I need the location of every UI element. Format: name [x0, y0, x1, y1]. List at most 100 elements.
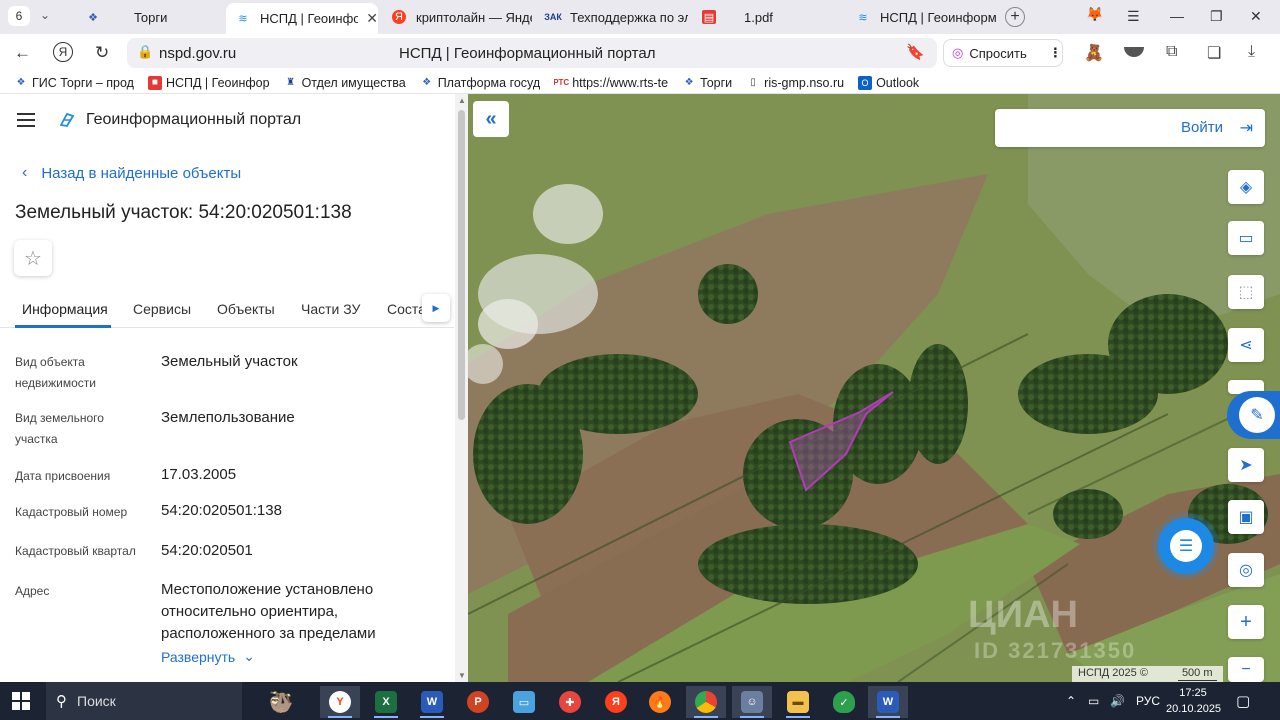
more-options-icon[interactable]: ⋮	[1049, 45, 1062, 61]
language-indicator[interactable]: РУС	[1136, 694, 1160, 708]
expand-link[interactable]: Развернуть ⌄	[161, 648, 255, 665]
close-icon[interactable]: ✕	[366, 10, 378, 27]
geolocate-button[interactable]: ◎	[1228, 553, 1264, 587]
zoom-out-button[interactable]: −	[1228, 657, 1264, 682]
bookmark-item[interactable]: ❖ ГИС Торги – прод	[14, 76, 134, 90]
field-label: Дата присвоения	[15, 466, 110, 487]
chrome-app[interactable]	[686, 686, 726, 718]
security-app[interactable]: ✓	[824, 686, 864, 718]
browser-tab[interactable]: ≋ НСПД | Геоинформ	[846, 3, 996, 31]
bookmark-item[interactable]: ❖ Торги	[682, 76, 733, 90]
field-label: Вид земельного участка	[15, 408, 104, 450]
screen-app[interactable]: ▭	[504, 686, 544, 718]
active-indicator	[786, 716, 810, 718]
label-line: участка	[15, 432, 58, 446]
ask-button[interactable]: ◎ Спросить ⋮	[943, 39, 1063, 67]
scroll-up-icon[interactable]: ▲	[458, 96, 466, 105]
word-app-2[interactable]: W	[868, 686, 908, 718]
yandex-browser-app[interactable]: Y	[320, 686, 360, 718]
back-to-results-link[interactable]: ‹ Назад в найденные объекты	[22, 164, 241, 182]
label-line: Кадастровый номер	[15, 505, 128, 519]
file-explorer-app[interactable]: ▬	[778, 686, 818, 718]
bookmark-item[interactable]: ▯ ris-gmp.nso.ru	[746, 76, 844, 90]
zoom-in-button[interactable]: +	[1228, 605, 1264, 639]
bookmark-icon[interactable]: 🔖	[906, 43, 925, 61]
tab-parts[interactable]: Части ЗУ	[301, 301, 360, 317]
navigate-icon: ➤	[1239, 457, 1253, 474]
browser-tab[interactable]: ❖ Торги	[76, 3, 224, 31]
back-arrow-icon[interactable]: ←	[14, 43, 31, 63]
fire-app[interactable]: 🔥	[640, 686, 680, 718]
select-area-button[interactable]: ⬚	[1228, 275, 1264, 309]
profile-icon[interactable]: 🦊	[1086, 6, 1103, 23]
browser-tab-active[interactable]: ≋ НСПД | Геоинфор ✕	[226, 3, 378, 34]
network-icon[interactable]: ▭	[1088, 694, 1099, 708]
browser-tab[interactable]: ЗАК Техподдержка по эл	[536, 3, 688, 31]
sloth-app[interactable]: 🦥	[250, 686, 312, 718]
watermark-text: ЦИАН	[968, 594, 1078, 636]
hamburger-menu-icon[interactable]	[17, 113, 35, 127]
download-icon[interactable]: ⤓	[1248, 43, 1255, 61]
restore-icon[interactable]: ❐	[1210, 8, 1223, 25]
word-icon: W	[421, 691, 443, 713]
map-view[interactable]: ЦИАН ID 321731350 « Войти ⇥ ◈ ▭ ⬚ ⋖ ✎ ➤ …	[468, 94, 1280, 682]
url-field[interactable]: 🔒 nspd.gov.ru НСПД | Геоинформационный п…	[127, 38, 937, 68]
clock[interactable]: 17:25 20.10.2025	[1166, 685, 1221, 717]
bookmark-item[interactable]: ■ НСПД | Геоинфор	[147, 75, 270, 90]
ruler-button[interactable]: ▭	[1228, 221, 1264, 255]
bookmark-item[interactable]: РТС https://www.rts-te	[554, 76, 668, 90]
favorite-button[interactable]: ☆	[14, 240, 52, 276]
app-grid-app[interactable]: ✚	[550, 686, 590, 718]
scroll-down-icon[interactable]: ▼	[458, 671, 466, 680]
login-button[interactable]: Войти ⇥	[995, 109, 1265, 147]
browser-tab[interactable]: ▤ 1.pdf	[692, 3, 842, 31]
tabs-scroll-right-button[interactable]: ▶	[422, 294, 450, 322]
side-panel-toggle-button[interactable]: ✎	[1227, 391, 1280, 439]
word-app[interactable]: W	[412, 686, 452, 718]
bookmark-item[interactable]: ♜ Отдел имущества	[284, 76, 406, 90]
value-line: относительно ориентира,	[161, 603, 339, 620]
value-line: 17.03.2005	[161, 466, 237, 483]
active-tab-indicator	[15, 325, 111, 328]
share-button[interactable]: ⋖	[1228, 328, 1264, 362]
excel-app[interactable]: X	[366, 686, 406, 718]
navigate-button[interactable]: ➤	[1228, 448, 1264, 482]
browser-tab[interactable]: Я криптолайн — Янде	[382, 3, 532, 31]
yandex-app[interactable]: Я	[596, 686, 636, 718]
tray-expand-icon[interactable]: ⌃	[1066, 694, 1076, 708]
menu-icon[interactable]: ☰	[1127, 8, 1140, 25]
collapse-panel-button[interactable]: «	[473, 101, 509, 137]
tab-services[interactable]: Сервисы	[133, 301, 191, 317]
yandex-icon: Я	[392, 10, 406, 24]
new-tab-button[interactable]: +	[1005, 7, 1025, 27]
taskbar-search[interactable]: ⚲ Поиск	[46, 682, 242, 720]
reload-icon[interactable]: ↻	[95, 43, 109, 63]
layers-button[interactable]: ◈	[1228, 170, 1264, 204]
tab-composition[interactable]: Соста	[387, 301, 426, 317]
print-button[interactable]: ▣	[1228, 500, 1264, 534]
tab-count-button[interactable]: 6	[8, 6, 30, 26]
extensions-puzzle-icon[interactable]: ⧉	[1166, 43, 1177, 61]
shield-icon: ✓	[833, 691, 855, 713]
bookmark-item[interactable]: ❖ Платформа госуд	[420, 76, 540, 90]
collections-icon[interactable]: ❏	[1207, 43, 1221, 63]
tab-objects[interactable]: Объекты	[217, 301, 275, 317]
panel-scrollbar[interactable]: ▲ ▼	[455, 94, 468, 682]
extension-hat-icon[interactable]	[1124, 47, 1144, 57]
extension-avatar-icon[interactable]: 🧸	[1084, 43, 1104, 63]
person-app[interactable]: ☺	[732, 686, 772, 718]
chevron-down-icon[interactable]: ⌄	[40, 8, 50, 22]
close-window-icon[interactable]: ✕	[1250, 8, 1262, 25]
chat-button[interactable]: ☰	[1158, 518, 1214, 574]
ask-icon: ◎	[952, 45, 964, 60]
yandex-home-icon[interactable]: Я	[53, 42, 73, 62]
bookmark-item[interactable]: O Outlook	[858, 75, 919, 90]
windows-start-icon[interactable]	[12, 692, 30, 710]
scrollbar-thumb[interactable]	[458, 110, 465, 420]
tab-information[interactable]: Информация	[22, 301, 108, 317]
bookmark-label: ris-gmp.nso.ru	[764, 75, 845, 90]
minimize-icon[interactable]: —	[1170, 8, 1184, 24]
notifications-icon[interactable]: ▢	[1236, 692, 1250, 710]
volume-icon[interactable]: 🔊	[1110, 694, 1125, 708]
powerpoint-app[interactable]: P	[458, 686, 498, 718]
